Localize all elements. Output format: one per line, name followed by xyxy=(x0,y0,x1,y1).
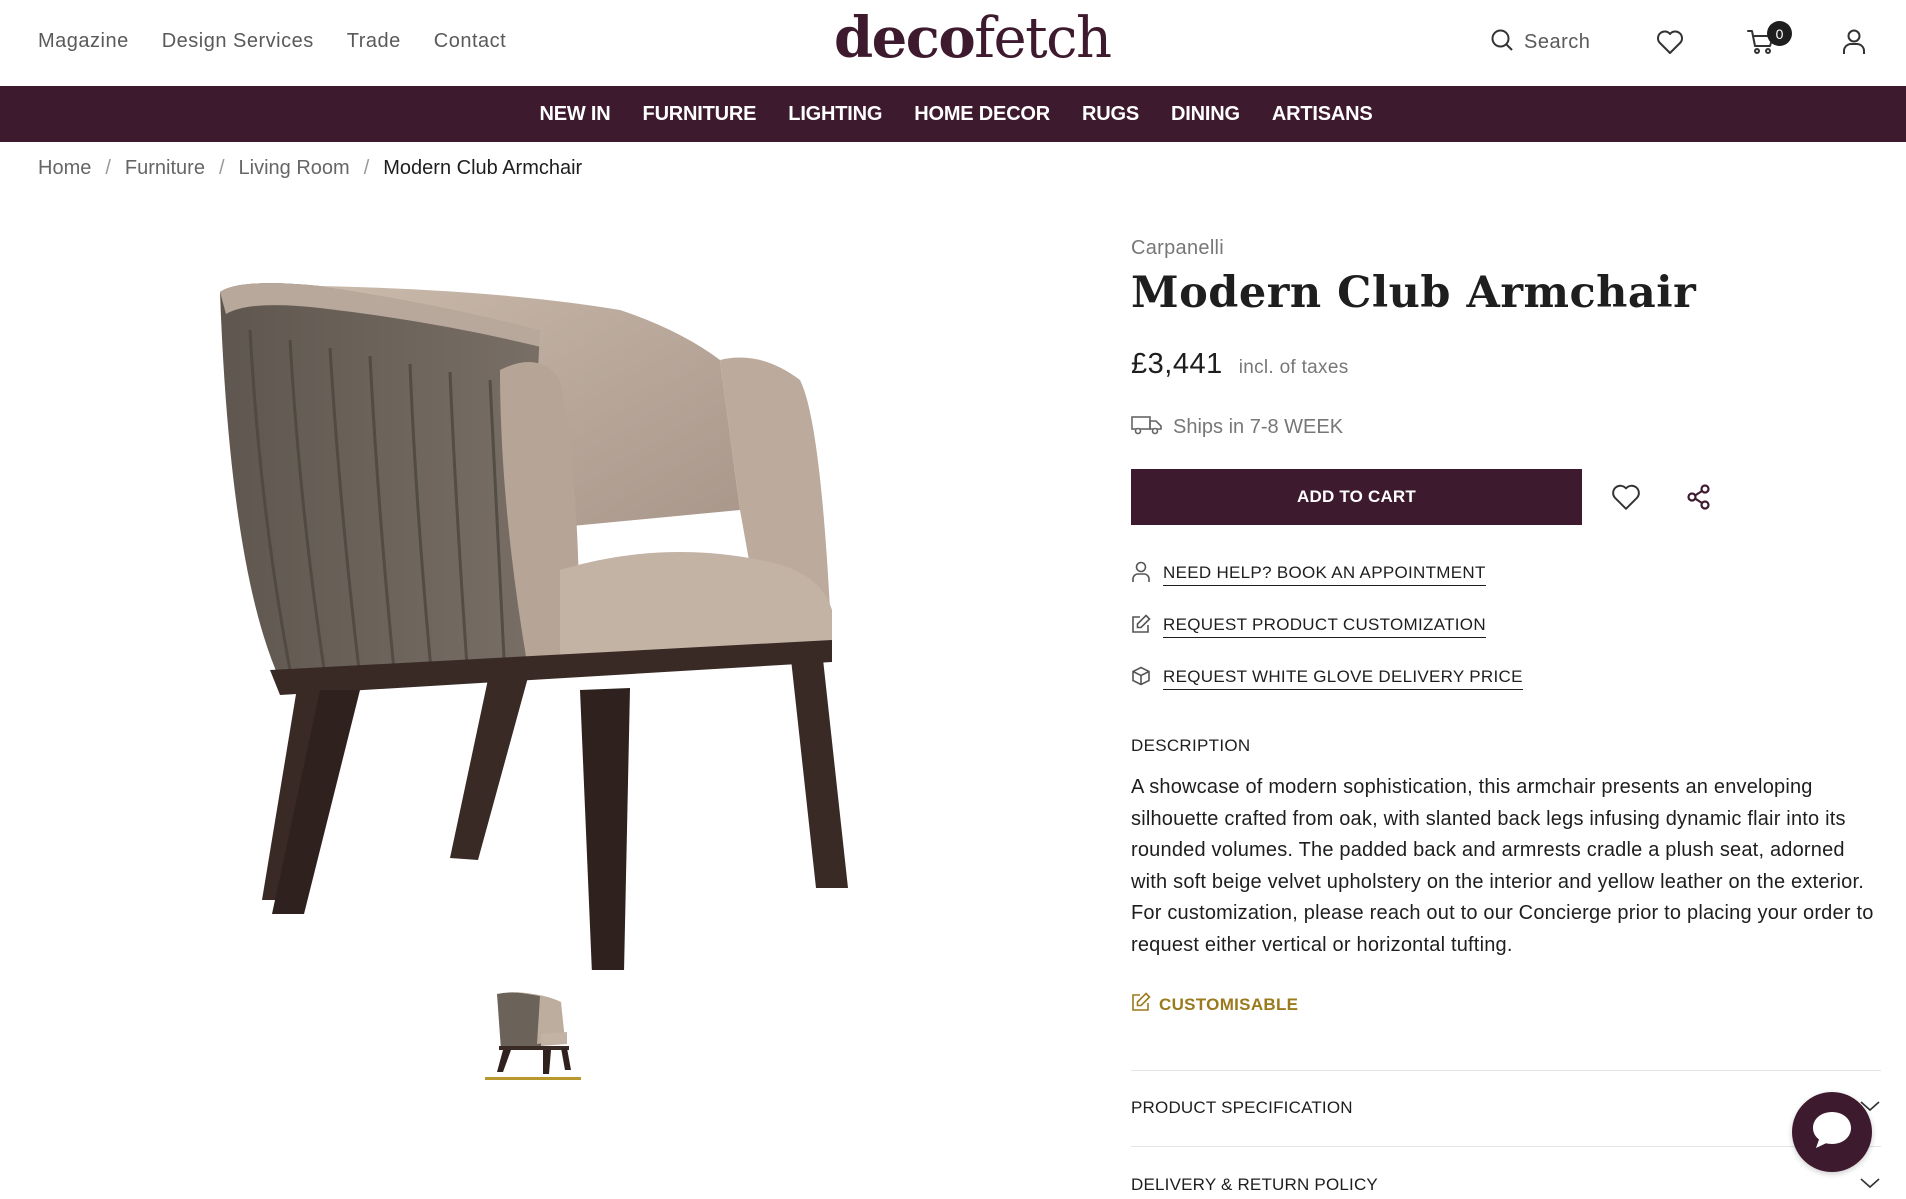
product-title: Modern Club Armchair xyxy=(1131,268,1697,318)
shipping-text: Ships in 7-8 WEEK xyxy=(1173,416,1344,438)
product-brand[interactable]: Carpanelli xyxy=(1131,237,1224,260)
breadcrumb-living-room[interactable]: Living Room xyxy=(239,157,350,180)
request-customization-link[interactable]: REQUEST PRODUCT CUSTOMIZATION xyxy=(1163,615,1486,638)
search-icon xyxy=(1490,28,1514,57)
category-furniture[interactable]: FURNITURE xyxy=(643,103,757,126)
add-to-wishlist-heart-icon[interactable] xyxy=(1609,480,1643,514)
product-help-links: NEED HELP? BOOK AN APPOINTMENT REQUEST P… xyxy=(1131,548,1523,704)
category-dining[interactable]: DINING xyxy=(1171,103,1240,126)
book-appointment-link[interactable]: NEED HELP? BOOK AN APPOINTMENT xyxy=(1163,563,1486,586)
cart-count-badge: 0 xyxy=(1767,21,1792,46)
customisable-label: CUSTOMISABLE xyxy=(1159,994,1299,1014)
shipping-info: Ships in 7-8 WEEK xyxy=(1131,414,1343,441)
breadcrumb-separator: / xyxy=(218,157,225,179)
add-to-cart-button[interactable]: ADD TO CART xyxy=(1131,469,1582,525)
top-link-trade[interactable]: Trade xyxy=(347,30,401,53)
breadcrumb-separator: / xyxy=(363,157,370,179)
wishlist-heart-icon[interactable] xyxy=(1654,26,1686,58)
chat-button[interactable] xyxy=(1792,1092,1872,1172)
logo-bold-text: deco xyxy=(834,5,976,71)
divider xyxy=(1131,1146,1881,1147)
box-icon xyxy=(1131,666,1151,691)
breadcrumb-separator: / xyxy=(105,157,111,179)
top-link-magazine[interactable]: Magazine xyxy=(38,30,129,53)
appointment-link-row: NEED HELP? BOOK AN APPOINTMENT xyxy=(1131,548,1523,600)
price-row: £3,441 incl. of taxes xyxy=(1131,348,1349,381)
accordion-label: PRODUCT SPECIFICATION xyxy=(1131,1098,1353,1117)
truck-icon xyxy=(1131,414,1163,441)
accordion-product-specification[interactable]: PRODUCT SPECIFICATION xyxy=(1131,1088,1881,1128)
site-logo[interactable]: decofetch xyxy=(834,10,1112,67)
customisable-badge[interactable]: CUSTOMISABLE xyxy=(1131,992,1298,1017)
accordion-delivery-return-policy[interactable]: DELIVERY & RETURN POLICY xyxy=(1131,1165,1881,1199)
tax-note: incl. of taxes xyxy=(1238,357,1349,378)
top-nav: Magazine Design Services Trade Contact xyxy=(38,30,506,53)
breadcrumb: Home / Furniture / Living Room / Modern … xyxy=(38,157,582,180)
delivery-link-row: REQUEST WHITE GLOVE DELIVERY PRICE xyxy=(1131,652,1523,704)
category-new-in[interactable]: NEW IN xyxy=(540,103,611,126)
category-lighting[interactable]: LIGHTING xyxy=(788,103,882,126)
product-thumbnail[interactable] xyxy=(485,988,581,1080)
product-main-image[interactable] xyxy=(200,270,860,974)
breadcrumb-current: Modern Club Armchair xyxy=(383,157,583,179)
category-rugs[interactable]: RUGS xyxy=(1082,103,1139,126)
edit-icon xyxy=(1131,992,1151,1017)
customization-link-row: REQUEST PRODUCT CUSTOMIZATION xyxy=(1131,600,1523,652)
top-link-design-services[interactable]: Design Services xyxy=(162,30,314,53)
product-price: £3,441 xyxy=(1131,348,1223,380)
search-button[interactable]: Search xyxy=(1490,28,1590,57)
breadcrumb-furniture[interactable]: Furniture xyxy=(125,157,205,180)
white-glove-delivery-link[interactable]: REQUEST WHITE GLOVE DELIVERY PRICE xyxy=(1163,667,1523,690)
edit-icon xyxy=(1131,613,1151,639)
chevron-down-icon xyxy=(1859,1176,1881,1195)
site-header: Magazine Design Services Trade Contact d… xyxy=(0,0,1906,86)
category-artisans[interactable]: ARTISANS xyxy=(1272,103,1373,126)
product-description: A showcase of modern sophistication, thi… xyxy=(1131,776,1874,956)
share-icon[interactable] xyxy=(1682,480,1716,514)
accordion-label: DELIVERY & RETURN POLICY xyxy=(1131,1175,1378,1194)
category-nav: NEW IN FURNITURE LIGHTING HOME DECOR RUG… xyxy=(0,86,1906,142)
description-heading: DESCRIPTION xyxy=(1131,736,1251,755)
account-user-icon[interactable] xyxy=(1838,26,1870,58)
category-home-decor[interactable]: HOME DECOR xyxy=(914,103,1050,126)
chat-bubble-icon xyxy=(1810,1109,1854,1156)
logo-light-text: fetch xyxy=(974,6,1112,71)
breadcrumb-home[interactable]: Home xyxy=(38,157,91,180)
divider xyxy=(1131,1070,1881,1071)
top-link-contact[interactable]: Contact xyxy=(434,30,506,53)
user-icon xyxy=(1131,561,1151,588)
search-label: Search xyxy=(1524,31,1591,53)
